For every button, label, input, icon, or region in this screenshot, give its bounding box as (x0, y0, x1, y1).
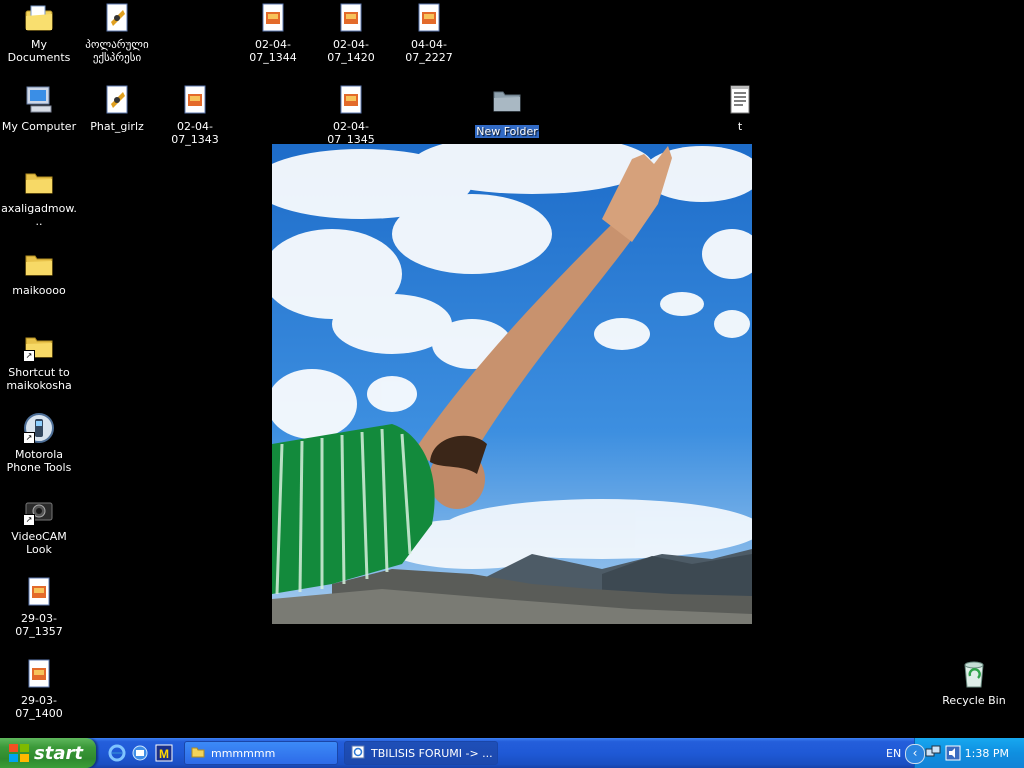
image-file-icon (257, 2, 289, 34)
desktop-icon-image-1343[interactable]: 02-04-07_1343 (156, 84, 234, 146)
folder-icon (491, 84, 523, 116)
desktop-icon-motorola-phone-tools[interactable]: ↗ Motorola Phone Tools (0, 412, 78, 474)
icon-label: Shortcut to maikokosha (6, 366, 72, 392)
image-file-icon (23, 576, 55, 608)
windows-logo-icon (8, 743, 30, 763)
image-file-icon (335, 2, 367, 34)
icon-label: Phat_girlz (90, 120, 144, 133)
recycle-bin-icon (958, 658, 990, 690)
language-indicator[interactable]: EN (886, 747, 901, 760)
desktop-icon-image-1400[interactable]: 29-03-07_1400 (0, 658, 78, 720)
ie-page-icon (351, 745, 365, 762)
desktop-icon-shortcut-maikokosha[interactable]: ↗ Shortcut to maikokosha (0, 330, 78, 392)
folder-shortcut-icon: ↗ (23, 330, 55, 362)
taskbar-item-label: TBILISIS FORUMI -> ... (371, 746, 493, 760)
taskbar-item-folder[interactable]: mmmmmm (184, 741, 338, 765)
image-file-icon (413, 2, 445, 34)
volume-icon[interactable] (945, 745, 961, 765)
clock[interactable]: 1:38 PM (965, 747, 1009, 760)
video-file-icon (101, 2, 133, 34)
video-file-icon (101, 84, 133, 116)
desktop-icon-video-1[interactable]: პოლარული ექსპრესი (78, 2, 156, 64)
icon-label: axaligadmow... (1, 202, 77, 228)
desktop-icon-videocam-look[interactable]: ↗ VideoCAM Look (0, 494, 78, 556)
desktop-icon-image-1357[interactable]: 29-03-07_1357 (0, 576, 78, 638)
desktop-icon-my-computer[interactable]: My Computer (0, 84, 78, 133)
desktop-icon-axaligadmow[interactable]: axaligadmow... (0, 166, 78, 228)
my-computer-icon (23, 84, 55, 116)
wallpaper-photo (272, 144, 752, 624)
icon-label: t (737, 120, 743, 133)
icon-label: maikoooo (12, 284, 66, 297)
gmail-icon[interactable]: M (155, 744, 173, 762)
taskbar-item-forum[interactable]: TBILISIS FORUMI -> ... (344, 741, 498, 765)
icon-label: 02-04-07_1344 (249, 38, 297, 64)
start-button[interactable]: start (0, 738, 96, 768)
icon-label: VideoCAM Look (11, 530, 67, 556)
icon-label: 29-03-07_1357 (15, 612, 63, 638)
camera-icon: ↗ (23, 494, 55, 526)
icon-label: 02-04-07_1420 (327, 38, 375, 64)
folder-icon (191, 746, 205, 761)
icon-label: 02-04-07_1343 (171, 120, 219, 146)
icon-label: 04-04-07_2227 (405, 38, 453, 64)
icon-label: 29-03-07_1400 (15, 694, 63, 720)
shortcut-arrow-icon: ↗ (23, 432, 35, 444)
desktop-icon-image-1344[interactable]: 02-04-07_1344 (234, 2, 312, 64)
icon-label: Motorola Phone Tools (6, 448, 72, 474)
my-documents-icon (23, 2, 55, 34)
start-label: start (34, 742, 83, 764)
svg-text:M: M (159, 747, 169, 761)
desktop-icon-my-documents[interactable]: My Documents (0, 2, 78, 64)
icon-label: New Folder (475, 125, 539, 138)
taskbar-item-label: mmmmmm (211, 746, 276, 760)
icon-label: Recycle Bin (942, 694, 1006, 707)
icon-label: 02-04-07_1345 (327, 120, 375, 146)
icon-label: My Documents (7, 38, 71, 64)
chevron-left-icon[interactable]: ‹ (905, 744, 925, 764)
desktop-icon-new-folder[interactable]: New Folder (468, 84, 546, 139)
outlook-express-icon[interactable] (131, 744, 149, 762)
network-icon[interactable] (925, 745, 941, 765)
image-file-icon (335, 84, 367, 116)
folder-icon (23, 166, 55, 198)
system-tray: ‹ 1:38 PM (905, 738, 1024, 768)
icon-label: პოლარული ექსპრესი (85, 38, 149, 64)
desktop-icon-image-1345[interactable]: 02-04-07_1345 (312, 84, 390, 146)
image-file-icon (179, 84, 211, 116)
phone-icon: ↗ (23, 412, 55, 444)
desktop-icon-maikoooo[interactable]: maikoooo (0, 248, 78, 297)
taskbar: start M mmmmmm TBILISIS FORUMI -> ... EN… (0, 738, 1024, 768)
icon-label: My Computer (1, 120, 77, 133)
desktop-icon-image-1420[interactable]: 02-04-07_1420 (312, 2, 390, 64)
desktop-icon-text-t[interactable]: t (701, 84, 779, 133)
image-file-icon (23, 658, 55, 690)
shortcut-arrow-icon: ↗ (23, 350, 35, 362)
desktop-icon-phat-girlz[interactable]: Phat_girlz (78, 84, 156, 133)
text-file-icon (724, 84, 756, 116)
internet-explorer-icon[interactable] (108, 744, 126, 762)
desktop-icon-image-2227[interactable]: 04-04-07_2227 (390, 2, 468, 64)
shortcut-arrow-icon: ↗ (23, 514, 35, 526)
folder-icon (23, 248, 55, 280)
desktop-icon-recycle-bin[interactable]: Recycle Bin (935, 658, 1013, 707)
